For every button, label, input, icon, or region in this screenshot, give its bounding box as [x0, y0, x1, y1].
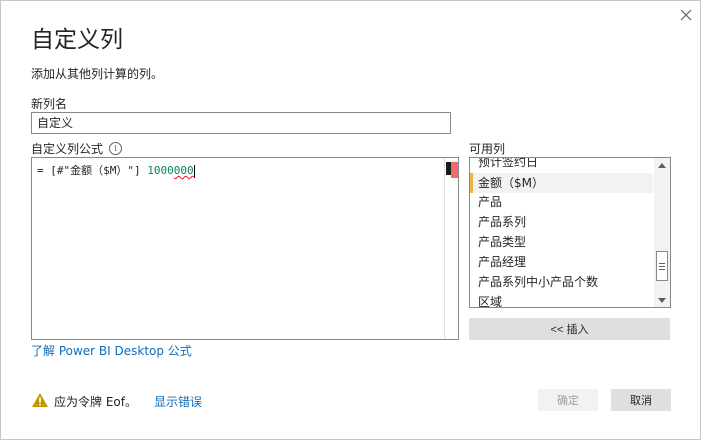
formula-label: 自定义列公式: [31, 142, 104, 156]
column-item[interactable]: 产品经理: [478, 252, 526, 272]
info-icon[interactable]: i: [109, 142, 122, 155]
formula-number: 1000: [147, 164, 174, 177]
editor-error-marker: [451, 162, 458, 178]
formula-error-token: 000: [173, 164, 194, 177]
scroll-down-icon[interactable]: [654, 293, 670, 307]
list-scrollbar[interactable]: [654, 158, 670, 307]
custom-column-dialog: 自定义列 添加从其他列计算的列。 新列名 自定义 自定义列公式 i = [#"金…: [0, 0, 701, 440]
column-item[interactable]: 产品系列中小产品个数: [478, 272, 598, 292]
selected-row-accent: [470, 173, 473, 193]
scroll-thumb[interactable]: [656, 251, 668, 281]
warning-icon: [31, 392, 49, 408]
new-column-name-label: 新列名: [31, 97, 68, 111]
available-columns-list[interactable]: 预计签约日 金额（$M） 产品 产品系列 产品类型 产品经理 产品系列中小产品个…: [469, 157, 671, 308]
ok-button[interactable]: 确定: [538, 389, 598, 411]
formula-prefix: = [#"金额（$M）"]: [37, 164, 148, 177]
close-icon[interactable]: [677, 6, 695, 24]
show-error-link[interactable]: 显示错误: [154, 393, 202, 410]
dialog-title: 自定义列: [31, 27, 123, 53]
new-column-name-input[interactable]: 自定义: [31, 112, 451, 134]
status-message: 应为令牌 Eof。: [54, 395, 137, 409]
column-item[interactable]: 产品系列: [478, 212, 526, 232]
cancel-button[interactable]: 取消: [611, 389, 671, 411]
scroll-up-icon[interactable]: [654, 158, 670, 172]
column-item[interactable]: 预计签约日: [478, 158, 538, 172]
column-item[interactable]: 区域: [478, 292, 502, 307]
column-item[interactable]: 金额（$M）: [478, 173, 544, 193]
formula-text: = [#"金额（$M）"] 1000000: [37, 162, 195, 178]
dialog-subtitle: 添加从其他列计算的列。: [31, 67, 164, 81]
insert-button[interactable]: << 插入: [469, 318, 670, 340]
learn-formulas-link[interactable]: 了解 Power BI Desktop 公式: [31, 342, 192, 359]
formula-editor[interactable]: = [#"金额（$M）"] 1000000: [31, 157, 459, 340]
editor-ruler: [444, 158, 445, 339]
column-item[interactable]: 产品类型: [478, 232, 526, 252]
text-caret: [193, 164, 195, 178]
column-item[interactable]: 产品: [478, 192, 502, 212]
available-columns-label: 可用列: [469, 142, 506, 156]
